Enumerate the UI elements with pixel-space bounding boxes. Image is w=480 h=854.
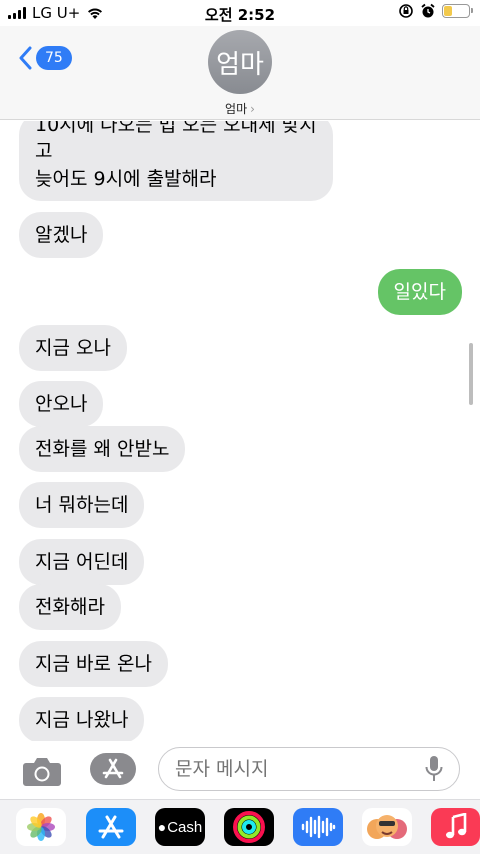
message-bubble-incoming[interactable]: 지금 나왔나 <box>19 697 145 741</box>
message-input[interactable] <box>158 747 460 791</box>
message-bubble-outgoing[interactable]: 일있다 <box>377 269 462 315</box>
app-store-icon <box>98 815 124 839</box>
chevron-right-icon: › <box>250 102 255 116</box>
apple-logo-icon: ● <box>157 819 167 835</box>
message-bubble-incoming[interactable]: 너 뭐하는데 <box>19 482 145 528</box>
contact-name-button[interactable]: 엄마 › <box>0 100 480 117</box>
compose-bar <box>0 741 480 799</box>
unread-count-badge: 75 <box>36 46 72 70</box>
message-bubble-incoming[interactable]: 지금 어딘데 <box>19 539 145 585</box>
contact-name: 엄마 <box>225 102 248 116</box>
orientation-lock-icon <box>399 4 413 18</box>
message-text: 고 <box>35 140 53 162</box>
audio-message-icon <box>301 815 336 839</box>
microphone-icon[interactable] <box>424 755 444 783</box>
music-app-button[interactable] <box>431 808 480 846</box>
back-button[interactable]: 75 <box>18 46 72 70</box>
memoji-icon <box>367 815 407 839</box>
message-bubble-incoming[interactable]: 10시에 나오는 법 오는 오대세 맞지 고 늦어도 9시에 출발해라 <box>19 121 333 201</box>
memoji-app-button[interactable] <box>362 808 412 846</box>
scrollbar[interactable] <box>469 343 473 405</box>
music-note-icon <box>445 813 466 839</box>
message-bubble-incoming[interactable]: 지금 오나 <box>19 325 127 371</box>
message-bubble-incoming[interactable]: 전화해라 <box>19 584 121 630</box>
apple-cash-app-button[interactable]: ● Cash <box>155 808 205 846</box>
message-text: 늦어도 9시에 출발해라 <box>35 168 217 190</box>
photos-app-button[interactable] <box>16 808 66 846</box>
avatar[interactable]: 엄마 <box>208 30 272 94</box>
app-store-icon <box>102 758 124 779</box>
activity-icon <box>233 811 265 843</box>
chevron-left-icon <box>19 46 32 70</box>
status-right <box>398 3 473 19</box>
alarm-icon <box>421 3 435 18</box>
photos-icon <box>27 813 55 841</box>
battery-icon <box>442 4 473 18</box>
app-drawer: ● Cash <box>0 799 480 854</box>
message-bubble-incoming[interactable]: 알겠나 <box>19 212 104 258</box>
message-bubble-incoming[interactable]: 지금 바로 온나 <box>19 641 168 687</box>
message-bubble-incoming[interactable]: 전화를 왜 안받노 <box>19 426 186 472</box>
message-text: 10시에 나오는 법 오는 오대세 맞지 <box>35 121 317 136</box>
status-bar: LG U+ 오전 2:52 <box>0 0 480 26</box>
activity-app-button[interactable] <box>224 808 274 846</box>
conversation-header: 75 엄마 엄마 › <box>0 26 480 120</box>
camera-icon[interactable] <box>22 755 62 787</box>
audio-message-app-button[interactable] <box>293 808 343 846</box>
message-bubble-incoming[interactable]: 안오나 <box>19 381 104 427</box>
message-list[interactable]: 10시에 나오는 법 오는 오대세 맞지 고 늦어도 9시에 출발해라 알겠나 … <box>0 121 480 741</box>
battery-level <box>444 6 452 16</box>
app-store-app-button[interactable] <box>86 808 136 846</box>
apps-button[interactable] <box>90 753 136 785</box>
cash-label: Cash <box>167 818 203 836</box>
